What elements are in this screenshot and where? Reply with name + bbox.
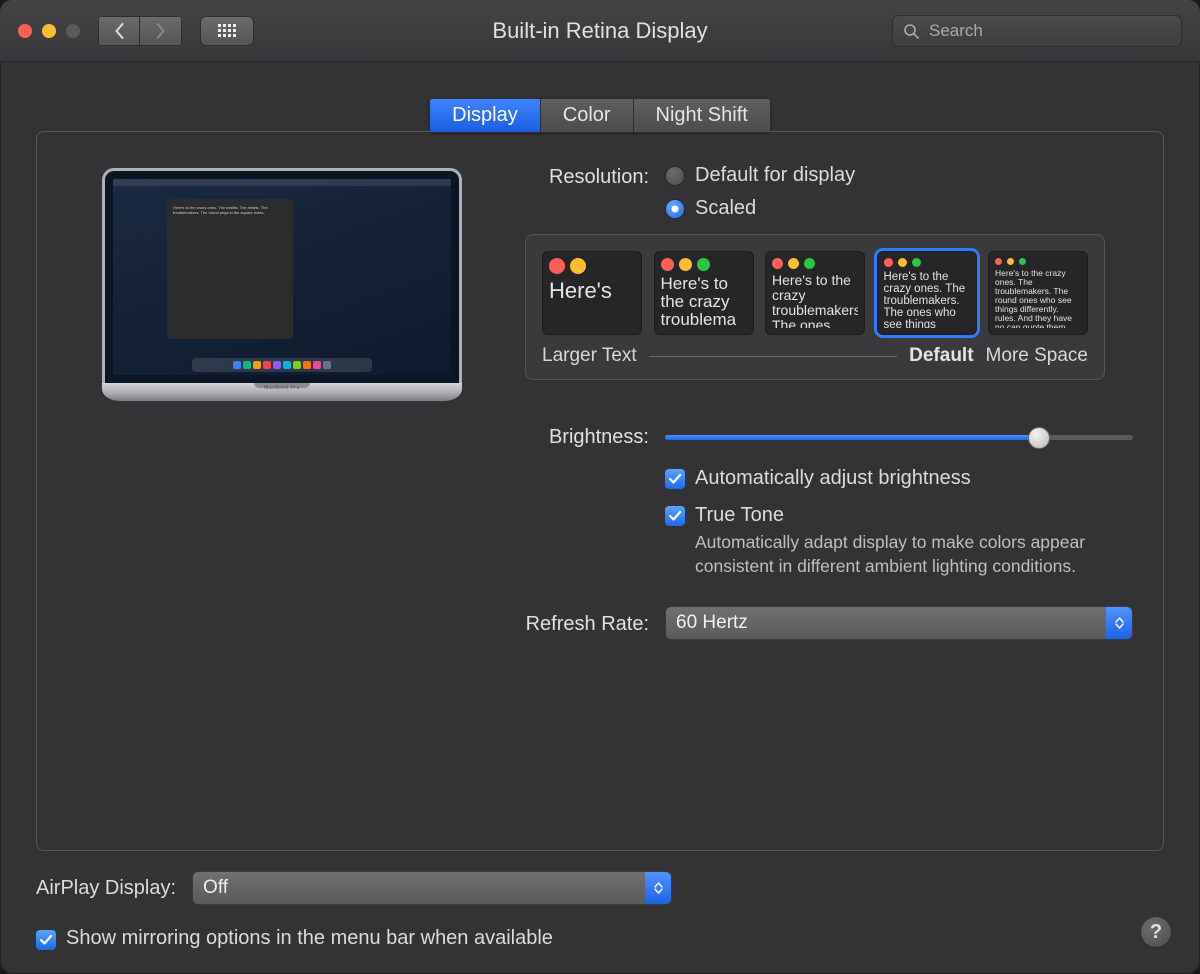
chevron-left-icon	[114, 23, 125, 39]
scale-sample-text: Here's to the crazy troublema	[661, 275, 747, 328]
resolution-scaled-radio[interactable]	[665, 199, 685, 219]
mirroring-row: Show mirroring options in the menu bar w…	[36, 927, 1164, 950]
zoom-window-button[interactable]	[66, 24, 80, 38]
content: Display Color Night Shift Here's to the …	[0, 62, 1200, 871]
toolbar: Built-in Retina Display	[0, 0, 1200, 62]
tab-bar: Display Color Night Shift	[429, 98, 771, 133]
scale-option-0[interactable]: Here's	[542, 251, 642, 335]
resolution-scaled-label: Scaled	[695, 197, 756, 220]
preferences-window: Built-in Retina Display Display Color Ni…	[0, 0, 1200, 974]
scale-sample-text: Here's to the crazy ones. The troublemak…	[995, 269, 1081, 328]
scale-option-4[interactable]: Here's to the crazy ones. The troublemak…	[988, 251, 1088, 335]
forward-button[interactable]	[140, 16, 182, 46]
airplay-label: AirPlay Display:	[36, 877, 176, 900]
larger-text-label: Larger Text	[542, 345, 637, 367]
macbook-icon: Here's to the crazy ones. The misfits. T…	[102, 168, 462, 401]
scale-sample-text: Here's to the crazy troublemakers. The o…	[772, 273, 858, 328]
tab-night-shift[interactable]: Night Shift	[634, 98, 771, 133]
popup-arrows-icon	[1106, 607, 1132, 639]
auto-brightness-row: Automatically adjust brightness True Ton…	[525, 449, 1133, 578]
tab-display[interactable]: Display	[429, 98, 541, 133]
checkmark-icon	[39, 933, 53, 947]
auto-brightness-checkbox[interactable]	[665, 469, 685, 489]
search-input[interactable]	[927, 20, 1171, 42]
airplay-value: Off	[203, 877, 228, 899]
popup-arrows-icon	[645, 872, 671, 904]
settings-column: Resolution: Default for display Scaled	[525, 164, 1133, 816]
refresh-rate-row: Refresh Rate: 60 Hertz	[525, 606, 1133, 640]
bottom-area: AirPlay Display: Off Show mirroring opti…	[0, 871, 1200, 974]
resolution-default-radio-row: Default for display	[665, 164, 1133, 187]
checkmark-icon	[668, 472, 682, 486]
auto-brightness-label: Automatically adjust brightness	[695, 467, 971, 490]
window-controls	[18, 24, 80, 38]
mirroring-label: Show mirroring options in the menu bar w…	[66, 927, 553, 950]
resolution-default-label: Default for display	[695, 164, 855, 187]
resolution-scale-picker: Here's Here's to the crazy troublema Her…	[525, 234, 1105, 380]
scale-option-2[interactable]: Here's to the crazy troublemakers. The o…	[765, 251, 865, 335]
help-button[interactable]: ?	[1140, 916, 1172, 948]
resolution-scaled-radio-row: Scaled	[665, 197, 1133, 220]
scale-sample-text: Here's	[549, 278, 635, 304]
display-panel: Here's to the crazy ones. The misfits. T…	[36, 131, 1164, 851]
search-field-wrapper[interactable]	[892, 15, 1182, 47]
back-button[interactable]	[98, 16, 140, 46]
brightness-slider[interactable]	[665, 428, 1133, 448]
more-space-label: More Space	[986, 345, 1088, 367]
refresh-rate-select[interactable]: 60 Hertz	[665, 606, 1133, 640]
true-tone-label: True Tone	[695, 504, 1133, 527]
true-tone-description: Automatically adapt display to make colo…	[695, 531, 1133, 578]
resolution-default-radio[interactable]	[665, 166, 685, 186]
scale-labels: Larger Text Default More Space	[542, 345, 1088, 367]
mirroring-checkbox[interactable]	[36, 930, 56, 950]
checkmark-icon	[668, 509, 682, 523]
scale-option-1[interactable]: Here's to the crazy troublema	[654, 251, 754, 335]
scale-sample-text: Here's to the crazy ones. The troublemak…	[884, 271, 970, 328]
refresh-rate-label: Refresh Rate:	[525, 611, 665, 636]
brightness-row: Brightness:	[525, 426, 1133, 449]
scale-option-3[interactable]: Here's to the crazy ones. The troublemak…	[877, 251, 977, 335]
default-label: Default	[909, 345, 973, 367]
nav-buttons	[98, 16, 182, 46]
grid-icon	[218, 24, 236, 37]
tab-color[interactable]: Color	[541, 98, 634, 133]
airplay-row: AirPlay Display: Off	[36, 871, 1164, 905]
close-window-button[interactable]	[18, 24, 32, 38]
refresh-rate-value: 60 Hertz	[676, 612, 748, 634]
brightness-label: Brightness:	[525, 426, 665, 449]
help-label: ?	[1150, 921, 1162, 944]
device-illustration: Here's to the crazy ones. The misfits. T…	[67, 164, 497, 816]
resolution-label: Resolution:	[525, 164, 665, 189]
search-icon	[903, 23, 919, 39]
airplay-select[interactable]: Off	[192, 871, 672, 905]
slider-thumb[interactable]	[1028, 427, 1050, 449]
minimize-window-button[interactable]	[42, 24, 56, 38]
true-tone-checkbox[interactable]	[665, 506, 685, 526]
chevron-right-icon	[155, 23, 166, 39]
resolution-row: Resolution: Default for display Scaled	[525, 164, 1133, 380]
show-all-prefs-button[interactable]	[200, 16, 254, 46]
